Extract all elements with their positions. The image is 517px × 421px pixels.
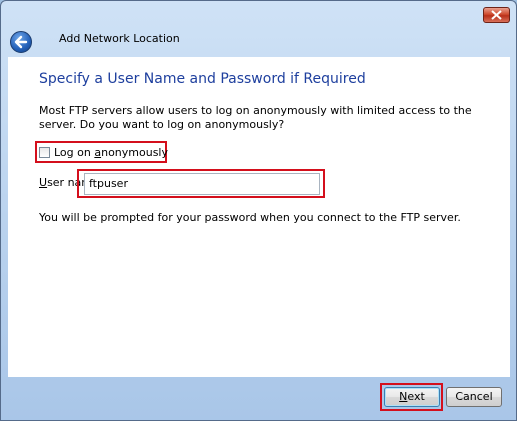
back-button[interactable] xyxy=(10,31,32,53)
button-bar: Next Cancel xyxy=(1,377,516,420)
username-field[interactable]: ftpuser xyxy=(84,173,320,195)
back-arrow-icon xyxy=(14,35,28,49)
close-button[interactable] xyxy=(483,7,510,23)
title-bar xyxy=(1,1,516,31)
content-panel: Specify a User Name and Password if Requ… xyxy=(8,57,510,377)
anonymous-checkbox-box[interactable] xyxy=(39,147,50,158)
wizard-window: Add Network Location Specify a User Name… xyxy=(0,0,517,421)
password-prompt-text: You will be prompted for your password w… xyxy=(39,211,461,224)
cancel-button[interactable]: Cancel xyxy=(446,387,502,407)
page-heading: Specify a User Name and Password if Requ… xyxy=(39,71,366,87)
description-text: Most FTP servers allow users to log on a… xyxy=(39,104,472,131)
anonymous-checkbox[interactable]: Log on anonymously xyxy=(39,146,168,159)
close-icon xyxy=(491,10,502,20)
wizard-title: Add Network Location xyxy=(59,32,180,45)
next-button[interactable]: Next xyxy=(384,387,440,407)
anonymous-checkbox-label[interactable]: Log on anonymously xyxy=(54,146,168,159)
